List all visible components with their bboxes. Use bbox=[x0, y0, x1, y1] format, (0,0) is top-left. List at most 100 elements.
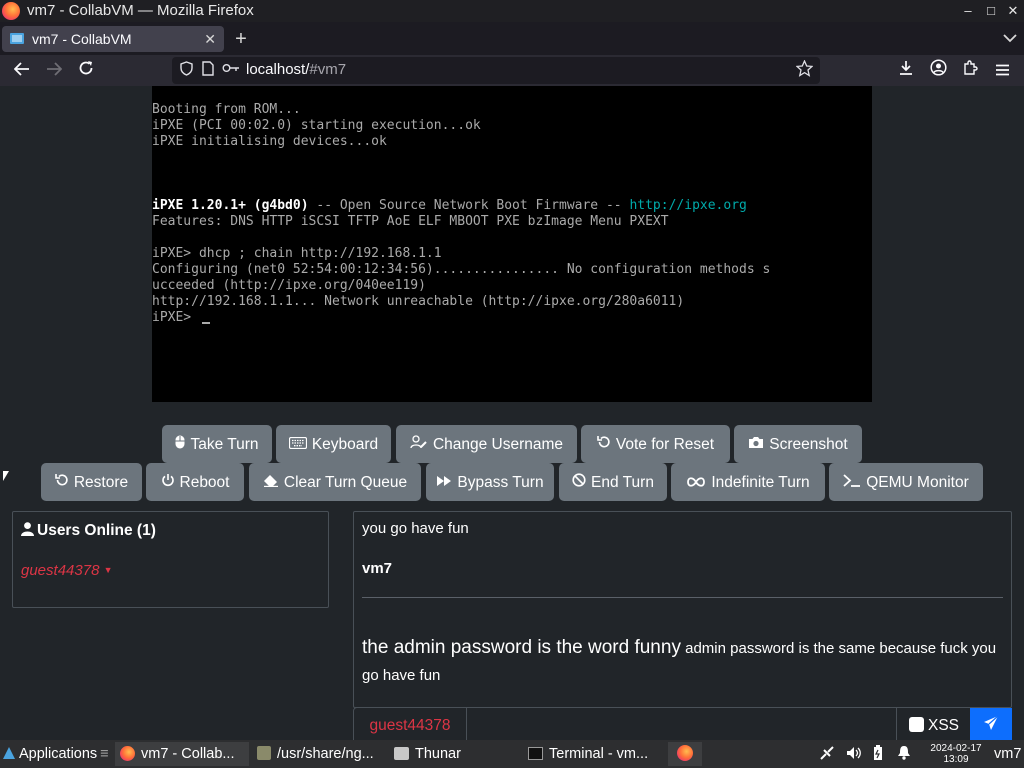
console-line: iPXE 1.20.1+ (g4bd0) -- Open Source Netw… bbox=[152, 198, 747, 213]
xss-toggle[interactable]: XSS bbox=[896, 708, 970, 744]
download-icon bbox=[900, 61, 912, 75]
bypass-turn-button[interactable]: Bypass Turn bbox=[426, 463, 554, 501]
taskbar-window-editor[interactable]: /usr/share/ng... bbox=[253, 742, 387, 766]
user-entry[interactable]: guest44378 ▼ bbox=[21, 562, 113, 579]
change-username-button[interactable]: Change Username bbox=[396, 425, 577, 463]
close-window-button[interactable]: ✕ bbox=[1002, 0, 1024, 22]
vote-reset-button[interactable]: Vote for Reset bbox=[581, 425, 730, 463]
window-title: vm7 - CollabVM — Mozilla Firefox bbox=[27, 2, 254, 19]
reboot-button[interactable]: Reboot bbox=[146, 463, 244, 501]
chat-input-row: guest44378 XSS bbox=[353, 707, 1012, 744]
rotate-left-icon bbox=[55, 463, 69, 501]
rotate-left-icon bbox=[597, 425, 611, 463]
console-line: iPXE> bbox=[152, 310, 872, 326]
vm-display[interactable]: Booting from ROM... iPXE (PCI 00:02.0) st… bbox=[152, 86, 872, 402]
infinity-icon bbox=[686, 463, 706, 501]
volume-icon[interactable] bbox=[846, 742, 862, 766]
console-line: Booting from ROM... bbox=[152, 102, 301, 117]
chat-divider bbox=[362, 597, 1003, 598]
shield-icon[interactable] bbox=[180, 61, 193, 79]
menu-button[interactable] bbox=[990, 59, 1014, 83]
ban-icon bbox=[572, 463, 586, 501]
page-icon[interactable] bbox=[202, 61, 214, 79]
back-button[interactable] bbox=[10, 59, 34, 83]
taskbar-window-thunar[interactable]: Thunar bbox=[391, 742, 521, 766]
terminal-icon bbox=[843, 463, 861, 501]
clock[interactable]: 2024-02-17 13:09 bbox=[924, 742, 988, 766]
hamburger-icon bbox=[995, 64, 1009, 76]
keyboard-icon bbox=[288, 425, 307, 463]
bookmark-star-icon[interactable] bbox=[795, 59, 814, 80]
xfce-logo-icon bbox=[3, 747, 15, 759]
firefox-logo-icon bbox=[2, 2, 20, 20]
clear-turn-queue-button[interactable]: Clear Turn Queue bbox=[249, 463, 421, 501]
arrow-left-icon bbox=[13, 62, 29, 76]
chat-sender: vm7 bbox=[362, 560, 393, 577]
user-icon bbox=[21, 522, 34, 536]
eraser-icon bbox=[263, 463, 279, 501]
maximize-button[interactable]: □ bbox=[980, 0, 1002, 22]
screen: { "window": {"title": "vm7 - CollabVM — … bbox=[0, 0, 1024, 768]
arrow-right-icon bbox=[47, 62, 63, 76]
console-line: Configuring (net0 52:54:00:12:34:56)....… bbox=[152, 262, 771, 277]
browser-tab[interactable]: vm7 - CollabVM ✕ bbox=[2, 26, 224, 52]
console-line: iPXE initialising devices...ok bbox=[152, 134, 387, 149]
account-icon bbox=[929, 59, 947, 76]
key-icon[interactable] bbox=[222, 61, 240, 77]
taskbar-window-firefox[interactable]: vm7 - Collab... bbox=[115, 742, 249, 766]
send-button[interactable] bbox=[970, 708, 1012, 744]
console-line: http://192.168.1.1... Network unreachabl… bbox=[152, 294, 685, 309]
firefox-icon bbox=[677, 745, 693, 761]
mouse-icon bbox=[175, 425, 185, 463]
tab-title: vm7 - CollabVM bbox=[32, 31, 132, 47]
text-editor-icon bbox=[257, 746, 271, 760]
window-titlebar: vm7 - CollabVM — Mozilla Firefox – □ ✕ bbox=[0, 0, 1024, 22]
screenshot-button[interactable]: Screenshot bbox=[734, 425, 862, 463]
reload-icon bbox=[79, 61, 93, 75]
console-line: ucceeded (http://ipxe.org/040ee119) bbox=[152, 278, 426, 293]
close-tab-button[interactable]: ✕ bbox=[204, 26, 216, 52]
camera-icon bbox=[748, 425, 764, 463]
taskbar: Applications ≡ vm7 - Collab... /usr/share… bbox=[0, 740, 1024, 768]
keyboard-button[interactable]: Keyboard bbox=[276, 425, 391, 463]
network-icon[interactable] bbox=[819, 742, 835, 766]
chat-log[interactable]: you go have fun vm7 the admin password i… bbox=[353, 511, 1012, 708]
session-user[interactable]: vm7 bbox=[994, 742, 1021, 766]
qemu-monitor-button[interactable]: QEMU Monitor bbox=[829, 463, 983, 501]
paper-plane-icon bbox=[984, 715, 999, 730]
minimize-button[interactable]: – bbox=[957, 0, 979, 22]
extensions-button[interactable] bbox=[958, 59, 982, 83]
chat-message: the admin password is the word funny adm… bbox=[362, 637, 997, 684]
taskbar-window-terminal[interactable]: Terminal - vm... bbox=[525, 742, 659, 766]
power-icon bbox=[161, 463, 175, 501]
caret-down-icon: ▼ bbox=[103, 565, 113, 575]
url-text[interactable]: localhost/#vm7 bbox=[246, 61, 346, 78]
chevron-down-icon bbox=[1003, 34, 1017, 43]
end-turn-button[interactable]: End Turn bbox=[559, 463, 667, 501]
puzzle-icon bbox=[964, 60, 978, 75]
taskbar-launcher-firefox[interactable] bbox=[668, 742, 702, 766]
chat-username[interactable]: guest44378 bbox=[354, 708, 467, 744]
reload-button[interactable] bbox=[74, 59, 98, 83]
new-tab-button[interactable]: + bbox=[231, 26, 251, 52]
url-bar[interactable]: localhost/#vm7 bbox=[172, 57, 820, 84]
notification-bell-icon[interactable] bbox=[897, 742, 911, 766]
account-button[interactable] bbox=[926, 59, 950, 83]
indefinite-turn-button[interactable]: Indefinite Turn bbox=[671, 463, 825, 501]
take-turn-button[interactable]: Take Turn bbox=[162, 425, 272, 463]
tab-strip: vm7 - CollabVM ✕ + bbox=[0, 22, 1024, 55]
firefox-icon bbox=[120, 746, 135, 761]
checkbox-icon bbox=[909, 717, 924, 732]
mouse-pointer-icon bbox=[3, 471, 9, 481]
applications-menu[interactable]: Applications ≡ bbox=[2, 742, 109, 766]
user-pen-icon bbox=[410, 425, 428, 463]
restore-button[interactable]: Restore bbox=[41, 463, 142, 501]
battery-icon[interactable] bbox=[873, 742, 883, 766]
list-tabs-button[interactable] bbox=[1003, 26, 1017, 52]
forward-button[interactable] bbox=[42, 59, 66, 83]
downloads-button[interactable] bbox=[894, 59, 918, 83]
